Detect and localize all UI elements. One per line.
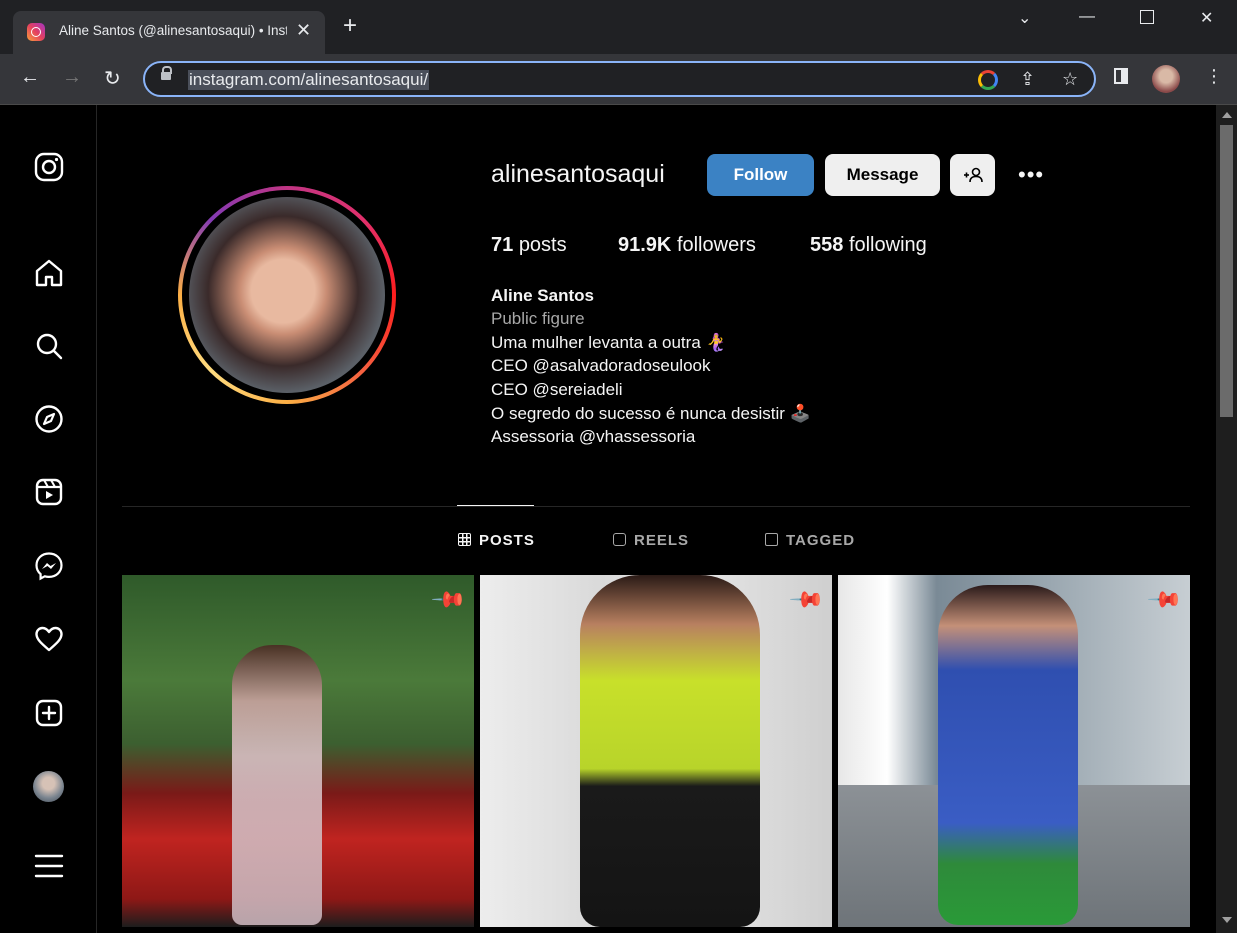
- post-thumbnail[interactable]: 📌: [122, 575, 474, 927]
- grid-icon: [458, 533, 471, 546]
- message-button[interactable]: Message: [825, 154, 940, 196]
- browser-tab-bar: Aline Santos (@alinesantosaqui) • Instag…: [0, 0, 1237, 54]
- suggested-accounts-button[interactable]: [950, 154, 995, 196]
- scroll-down-arrow-icon[interactable]: [1222, 917, 1232, 923]
- following-count[interactable]: 558: [810, 234, 843, 256]
- posts-stat: 71 posts: [491, 234, 567, 257]
- search-icon[interactable]: [33, 330, 65, 362]
- tab-search-icon[interactable]: ⌄: [1018, 8, 1031, 28]
- page-scrollbar[interactable]: [1216, 105, 1237, 933]
- url-text[interactable]: instagram.com/alinesantosaqui/: [188, 70, 430, 90]
- followers-count[interactable]: 91.9K: [618, 234, 671, 256]
- tab-title: Aline Santos (@alinesantosaqui) • Instag…: [59, 23, 287, 38]
- more-menu-icon[interactable]: [33, 850, 65, 882]
- bio-line[interactable]: Assessoria @vhassessoria: [491, 427, 695, 447]
- posts-label: posts: [518, 234, 567, 256]
- address-bar[interactable]: instagram.com/alinesantosaqui/ ⇪ ☆: [143, 61, 1096, 97]
- browser-tab[interactable]: Aline Santos (@alinesantosaqui) • Instag…: [13, 11, 325, 54]
- share-icon[interactable]: ⇪: [1020, 69, 1035, 90]
- new-tab-icon[interactable]: +: [343, 14, 357, 38]
- browser-menu-icon[interactable]: ⋮: [1205, 66, 1223, 87]
- followers-stat[interactable]: 91.9K followers: [618, 234, 756, 257]
- bio-line: Uma mulher levanta a outra 🧜‍♀️: [491, 333, 727, 352]
- instagram-favicon-icon: [27, 23, 45, 41]
- browser-profile-avatar[interactable]: [1152, 65, 1180, 93]
- pinned-icon: 📌: [1146, 581, 1184, 619]
- tab-posts[interactable]: POSTS: [458, 532, 535, 549]
- close-window-icon[interactable]: ✕: [1200, 8, 1213, 28]
- post-figure: [232, 645, 322, 925]
- tab-reels[interactable]: REELS: [613, 532, 689, 549]
- posts-count: 71: [491, 234, 514, 256]
- avatar-gap: [182, 190, 392, 400]
- post-thumbnail[interactable]: 📌: [838, 575, 1190, 927]
- instagram-logo-icon[interactable]: [33, 151, 65, 183]
- bio-line[interactable]: CEO @asalvadoradoseulook: [491, 356, 711, 376]
- scrollbar-thumb[interactable]: [1220, 125, 1233, 417]
- user-profile-avatar[interactable]: [33, 771, 64, 802]
- reload-icon[interactable]: ↻: [104, 66, 121, 91]
- pinned-icon: 📌: [430, 581, 468, 619]
- maximize-icon[interactable]: [1140, 10, 1154, 24]
- post-figure: [580, 575, 760, 927]
- close-tab-icon[interactable]: ✕: [296, 20, 311, 41]
- tab-tagged[interactable]: TAGGED: [765, 532, 855, 549]
- follow-button[interactable]: Follow: [707, 154, 814, 196]
- tab-reels-label[interactable]: REELS: [634, 532, 689, 549]
- bio-line: O segredo do sucesso é nunca desistir 🕹️: [491, 404, 811, 423]
- reels-icon[interactable]: [33, 476, 65, 508]
- profile-category: Public figure: [491, 309, 585, 328]
- explore-compass-icon[interactable]: [33, 403, 65, 435]
- tab-tagged-label[interactable]: TAGGED: [786, 532, 855, 549]
- minimize-icon[interactable]: —: [1079, 8, 1095, 26]
- following-stat[interactable]: 558 following: [810, 234, 927, 257]
- notifications-heart-icon[interactable]: [33, 623, 65, 655]
- forward-icon[interactable]: →: [62, 66, 82, 89]
- scroll-up-arrow-icon[interactable]: [1222, 112, 1232, 118]
- post-thumbnail[interactable]: 📌: [480, 575, 832, 927]
- instagram-sidebar: [0, 105, 97, 933]
- lock-icon[interactable]: [161, 66, 172, 80]
- side-panel-icon[interactable]: [1114, 68, 1128, 84]
- profile-avatar[interactable]: [189, 197, 385, 393]
- active-tab-indicator: [457, 505, 534, 506]
- post-figure: [938, 585, 1078, 925]
- back-icon[interactable]: ←: [20, 66, 40, 89]
- create-post-icon[interactable]: [33, 697, 65, 729]
- bookmark-star-icon[interactable]: ☆: [1062, 69, 1078, 90]
- add-person-icon: [963, 167, 983, 183]
- browser-toolbar: ← → ↻ instagram.com/alinesantosaqui/ ⇪ ☆…: [0, 54, 1237, 105]
- followers-label[interactable]: followers: [677, 234, 756, 256]
- profile-full-name: Aline Santos: [491, 286, 594, 305]
- tagged-icon: [765, 533, 778, 546]
- following-label[interactable]: following: [849, 234, 927, 256]
- tab-posts-label[interactable]: POSTS: [479, 532, 535, 549]
- bio-line[interactable]: CEO @sereiadeli: [491, 380, 623, 400]
- reels-tab-icon: [613, 533, 626, 546]
- profile-tabs-divider: [122, 506, 1190, 507]
- google-icon[interactable]: [978, 70, 998, 90]
- profile-avatar-story-ring[interactable]: [178, 186, 396, 404]
- home-icon[interactable]: [33, 257, 65, 289]
- more-options-icon[interactable]: •••: [1018, 162, 1044, 188]
- pinned-icon: 📌: [788, 581, 826, 619]
- messenger-icon[interactable]: [33, 550, 65, 582]
- profile-username: alinesantosaqui: [491, 160, 665, 188]
